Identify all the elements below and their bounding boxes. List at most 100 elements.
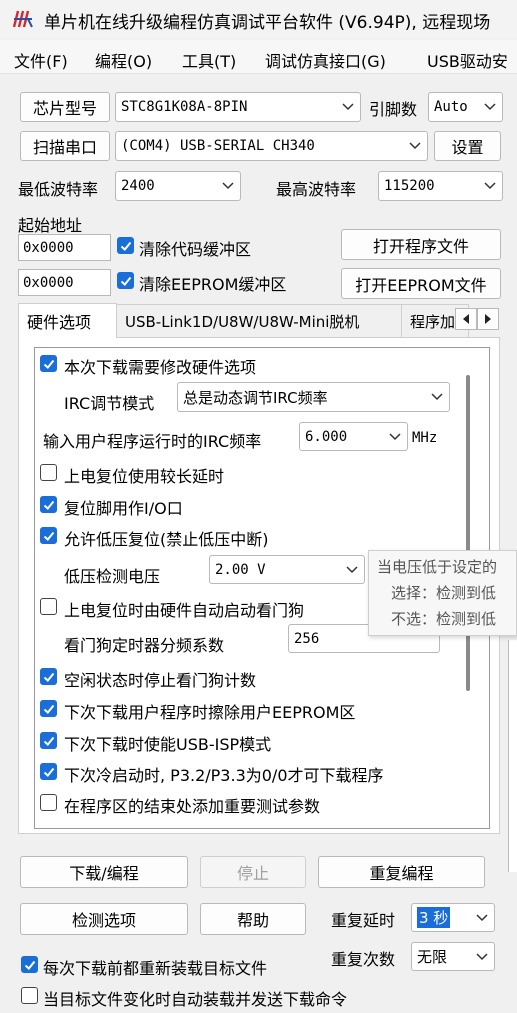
test-params-checkbox[interactable] [40, 794, 57, 811]
chip-model-button[interactable]: 芯片型号 [20, 92, 110, 122]
checkmark-icon [120, 276, 132, 286]
checkmark-icon [43, 704, 55, 714]
lvr-label: 允许低压复位(禁止低压中断) [64, 530, 269, 549]
repeat-delay-label: 重复延时 [331, 911, 396, 930]
menu-tools[interactable]: 工具(T) [182, 48, 236, 72]
tab-scroll-left-button[interactable] [455, 308, 477, 330]
lvd-label: 低压检测电压 [64, 567, 161, 586]
options-scrollbar[interactable] [466, 375, 470, 691]
open-program-file-button[interactable]: 打开程序文件 [341, 229, 501, 260]
open-eeprom-file-button[interactable]: 打开EEPROM文件 [341, 268, 501, 299]
tooltip-line-3: 不选：检测到低 [391, 610, 497, 628]
long-delay-label: 上电复位使用较长延时 [64, 467, 225, 486]
chip-model-value: STC8G1K08A-8PIN [121, 99, 248, 115]
modify-hw-label: 本次下载需要修改硬件选项 [64, 358, 257, 377]
clear-eeprom-label: 清除EEPROM缓冲区 [139, 275, 287, 294]
checkmark-icon [43, 736, 55, 746]
lvd-tooltip: 当电压低于设定的 选择：检测到低 不选：检测到低 [368, 550, 517, 636]
test-params-label: 在程序区的结束处添加重要测试参数 [64, 797, 321, 816]
irc-freq-unit: MHz [412, 430, 438, 446]
modify-hw-checkbox[interactable] [40, 355, 57, 372]
max-baud-select[interactable]: 115200 [378, 171, 503, 201]
scan-port-button[interactable]: 扫描串口 [20, 131, 110, 161]
help-button[interactable]: 帮助 [200, 903, 306, 935]
irc-mode-select[interactable]: 总是动态调节IRC频率 [177, 382, 450, 412]
menu-debug-interface[interactable]: 调试仿真接口(G) [265, 48, 386, 72]
log-panel-edge [508, 640, 517, 872]
chevron-down-icon [389, 432, 401, 440]
repeat-delay-select[interactable]: 3 秒 [411, 903, 495, 932]
download-program-button[interactable]: 下载/编程 [20, 856, 188, 888]
menu-usb-driver[interactable]: USB驱动安 [427, 48, 508, 72]
lvr-checkbox[interactable] [40, 527, 57, 544]
lvd-select[interactable]: 2.00 V [209, 555, 365, 584]
pins-select[interactable]: Auto [428, 92, 503, 122]
tooltip-line-1: 当电压低于设定的 [377, 558, 498, 576]
arrow-right-icon [485, 314, 491, 324]
chevron-down-icon [476, 913, 488, 921]
menu-bar: 文件(F) 编程(O) 工具(T) 调试仿真接口(G) USB驱动安 [0, 40, 517, 74]
clear-code-label: 清除代码缓冲区 [139, 240, 252, 259]
check-options-button[interactable]: 检测选项 [20, 903, 188, 935]
code-address-input[interactable]: 0x0000 [18, 234, 111, 261]
title-bar: 单片机在线升级编程仿真调试平台软件 (V6.94P), 远程现场 [0, 0, 517, 38]
wdt-idle-checkbox[interactable] [40, 668, 57, 685]
auto-send-checkbox[interactable] [21, 987, 38, 1004]
usb-isp-checkbox[interactable] [40, 732, 57, 749]
repeat-program-button[interactable]: 重复编程 [318, 856, 485, 888]
wdt-auto-checkbox[interactable] [40, 598, 57, 615]
erase-eeprom-checkbox[interactable] [40, 700, 57, 717]
tab-scroll-right-button[interactable] [477, 308, 499, 330]
max-baud-label: 最高波特率 [276, 180, 357, 199]
wdt-div-value: 256 [294, 630, 320, 647]
menu-file[interactable]: 文件(F) [14, 48, 68, 72]
start-address-label: 起始地址 [18, 216, 83, 235]
chevron-down-icon [484, 103, 496, 111]
min-baud-select[interactable]: 2400 [115, 171, 241, 201]
chevron-down-icon [342, 103, 354, 111]
repeat-delay-value: 3 秒 [417, 907, 451, 928]
reload-checkbox[interactable] [21, 956, 38, 973]
tab-usb-link[interactable]: USB-Link1D/U8W/U8W-Mini脱机 [116, 304, 402, 337]
irc-freq-value: 6.000 [305, 428, 348, 445]
port-value: (COM4) USB-SERIAL CH340 [121, 138, 315, 154]
checkmark-icon [43, 500, 55, 510]
clear-code-checkbox[interactable] [117, 237, 134, 254]
reload-label: 每次下载前都重新装载目标文件 [43, 959, 268, 978]
tab-hardware[interactable]: 硬件选项 [18, 303, 117, 338]
port-select[interactable]: (COM4) USB-SERIAL CH340 [115, 131, 428, 161]
wdt-auto-label: 上电复位时由硬件自动启动看门狗 [64, 601, 305, 620]
reset-io-checkbox[interactable] [40, 496, 57, 513]
long-delay-checkbox[interactable] [40, 464, 57, 481]
min-baud-value: 2400 [121, 178, 155, 194]
stop-button[interactable]: 停止 [200, 856, 306, 888]
chevron-down-icon [431, 393, 443, 401]
chevron-down-icon [409, 142, 421, 150]
menu-program[interactable]: 编程(O) [95, 48, 152, 72]
max-baud-value: 115200 [384, 178, 435, 194]
cold-boot-checkbox[interactable] [40, 763, 57, 780]
irc-freq-label: 输入用户程序运行时的IRC频率 [43, 432, 262, 451]
auto-send-label: 当目标文件变化时自动装载并发送下载命令 [43, 990, 348, 1009]
checkmark-icon [120, 241, 132, 251]
chevron-down-icon [346, 565, 358, 573]
irc-mode-value: 总是动态调节IRC频率 [183, 388, 328, 407]
repeat-count-value: 无限 [417, 948, 448, 966]
chevron-down-icon [484, 182, 496, 190]
cold-boot-label: 下次冷启动时, P3.2/P3.3为0/0才可下载程序 [64, 766, 384, 785]
eeprom-address-input[interactable]: 0x0000 [18, 269, 111, 296]
chip-model-select[interactable]: STC8G1K08A-8PIN [115, 92, 361, 122]
checkmark-icon [43, 672, 55, 682]
chevron-down-icon [476, 952, 488, 960]
tooltip-line-2: 选择：检测到低 [391, 584, 497, 602]
reset-io-label: 复位脚用作I/O口 [64, 499, 183, 518]
usb-isp-label: 下次下载时使能USB-ISP模式 [64, 735, 272, 754]
irc-freq-select[interactable]: 6.000 [299, 422, 408, 451]
clear-eeprom-checkbox[interactable] [117, 272, 134, 289]
checkmark-icon [43, 359, 55, 369]
port-settings-button[interactable]: 设置 [434, 131, 501, 161]
checkmark-icon [43, 767, 55, 777]
repeat-count-select[interactable]: 无限 [411, 942, 495, 971]
arrow-left-icon [463, 314, 469, 324]
checkmark-icon [43, 531, 55, 541]
